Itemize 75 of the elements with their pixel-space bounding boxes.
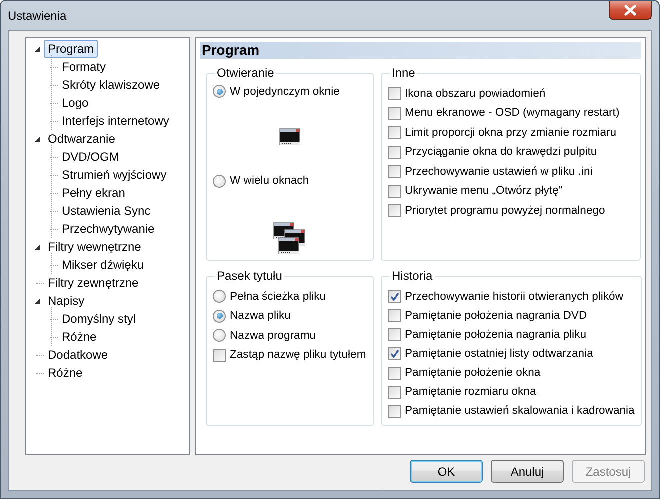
- option-label: Przyciąganie okna do krawędzi pulpitu: [405, 146, 598, 158]
- option-label: Pełna ścieżka pliku: [230, 290, 326, 303]
- tree-item[interactable]: Filtry wewnętrzne: [44, 238, 146, 256]
- expander-icon[interactable]: [34, 46, 40, 52]
- checkbox[interactable]: [388, 204, 401, 218]
- group-title: Otwieranie: [216, 66, 276, 80]
- tree-item[interactable]: Logo: [58, 94, 93, 112]
- option-label: Priorytet programu powyżej normalnego: [405, 204, 606, 217]
- option-label: Menu ekranowe - OSD (wymagany restart): [405, 107, 620, 120]
- option-label: W pojedynczym oknie: [230, 86, 340, 98]
- checkbox[interactable]: [388, 366, 401, 380]
- tree-item[interactable]: Interfejs internetowy: [58, 112, 174, 130]
- option-label: Pamiętanie ostatniej listy odtwarzania: [405, 348, 594, 360]
- radio-button[interactable]: [213, 85, 226, 98]
- tree-item[interactable]: Odtwarzanie: [44, 130, 120, 148]
- dialog-button[interactable]: OK: [410, 460, 483, 483]
- option-label: Pamiętanie rozmiaru okna: [405, 386, 536, 398]
- option-label: W wielu oknach: [230, 175, 310, 188]
- option-label: Zastąp nazwę pliku tytułem: [230, 349, 366, 362]
- option-label: Nazwa programu: [230, 330, 316, 342]
- checkbox[interactable]: [388, 146, 401, 159]
- checkbox[interactable]: [388, 404, 401, 418]
- checkbox[interactable]: [388, 328, 401, 342]
- tree-item[interactable]: Skróty klawiszowe: [58, 76, 164, 94]
- tree-item[interactable]: Dodatkowe: [44, 346, 112, 364]
- option-label: Nazwa pliku: [230, 310, 291, 322]
- checkbox[interactable]: [388, 106, 401, 120]
- tree-item[interactable]: Formaty: [58, 58, 110, 76]
- tree-item[interactable]: Domyślny styl: [58, 310, 140, 328]
- option-label: Pamiętanie ustawień skalowania i kadrowania: [405, 405, 635, 418]
- expander-icon[interactable]: [34, 244, 40, 250]
- page-title: Program: [200, 42, 641, 59]
- option-label: Pamiętanie położenia nagrania DVD: [405, 310, 588, 322]
- group-title: Inne: [391, 66, 416, 80]
- dialog-button[interactable]: Anuluj: [491, 460, 564, 483]
- option-label: Przechowywanie historii otwieranych plików: [405, 290, 624, 303]
- tree-item[interactable]: Strumień wyjściowy: [58, 166, 171, 184]
- tree-item[interactable]: Różne: [58, 328, 101, 346]
- checkbox[interactable]: [388, 290, 401, 304]
- option-label: Przechowywanie ustawień w pliku .ini: [405, 166, 593, 178]
- tree-item[interactable]: Przechwytywanie: [58, 220, 159, 238]
- radio-button[interactable]: [213, 290, 226, 304]
- checkbox[interactable]: [388, 309, 401, 322]
- close-button[interactable]: [609, 1, 652, 20]
- option-label: Ukrywanie menu „Otwórz płytę”: [405, 185, 563, 198]
- option-label: Pamiętanie położenia nagrania pliku: [405, 328, 587, 341]
- checkbox[interactable]: [388, 184, 401, 198]
- checkbox[interactable]: [388, 87, 401, 100]
- option-label: Ikona obszaru powiadomień: [405, 88, 546, 100]
- checkbox[interactable]: [388, 165, 401, 178]
- checkbox[interactable]: [388, 386, 401, 399]
- tree-item[interactable]: Napisy: [44, 292, 89, 310]
- windows-icon: [273, 222, 307, 256]
- tree-item[interactable]: Ustawienia Sync: [58, 202, 155, 220]
- radio-button[interactable]: [213, 329, 226, 342]
- option-label: Limit proporcji okna przy zmianie rozmiaru: [405, 126, 617, 139]
- checkbox[interactable]: [388, 126, 401, 140]
- checkbox[interactable]: [388, 347, 401, 360]
- tree-item[interactable]: Pełny ekran: [58, 184, 130, 202]
- tree-item[interactable]: DVD/OGM: [58, 148, 124, 166]
- group-title: Pasek tytułu: [216, 269, 284, 283]
- group-title: Historia: [391, 269, 434, 283]
- radio-button[interactable]: [213, 174, 226, 188]
- expander-icon[interactable]: [34, 298, 40, 304]
- option-label: Pamiętanie położenie okna: [405, 367, 541, 380]
- window-icon: [279, 128, 301, 146]
- radio-button[interactable]: [213, 310, 226, 323]
- window-title: Ustawienia: [8, 8, 67, 22]
- close-icon: [624, 4, 637, 16]
- tree-item[interactable]: Filtry zewnętrzne: [44, 274, 143, 292]
- tree-item[interactable]: Program: [44, 40, 98, 58]
- tree-item[interactable]: Mikser dźwięku: [58, 256, 148, 274]
- checkbox[interactable]: [213, 348, 226, 362]
- expander-icon[interactable]: [34, 136, 40, 142]
- tree-item[interactable]: Różne: [44, 364, 87, 382]
